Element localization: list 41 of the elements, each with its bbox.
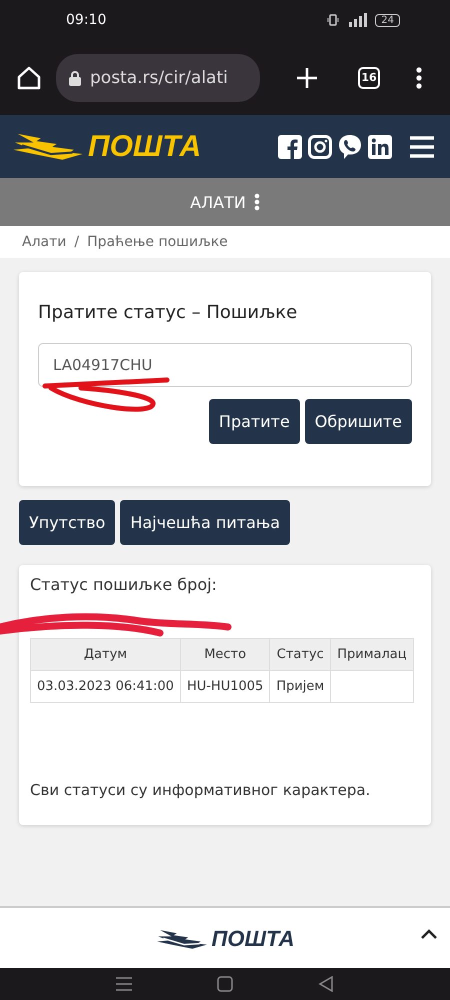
- phone-chat-icon[interactable]: [338, 134, 362, 160]
- back-icon[interactable]: [318, 976, 334, 992]
- linkedin-icon[interactable]: [368, 134, 392, 158]
- breadcrumb-item: Праћење пошиљке: [87, 234, 228, 250]
- address-bar[interactable]: posta.rs/cir/alati: [56, 54, 260, 102]
- tab-count[interactable]: 16: [358, 66, 380, 88]
- logo-wing-icon: [12, 131, 84, 162]
- column-header: Статус: [270, 638, 331, 670]
- disclaimer-text: Сви статуси су информативног карактера.: [30, 781, 372, 799]
- more-icon[interactable]: [416, 66, 422, 88]
- result-heading: Статус пошиљке број:: [30, 575, 218, 594]
- table-cell: HU-HU1005: [180, 670, 270, 702]
- home-button-icon[interactable]: [217, 976, 233, 992]
- column-header: Место: [180, 638, 270, 670]
- table-cell: 03.03.2023 06:41:00: [30, 670, 180, 702]
- url-text: posta.rs/cir/alati: [90, 68, 228, 88]
- vibrate-icon: [327, 14, 340, 26]
- help-button[interactable]: Најчешћа питања: [120, 500, 290, 545]
- table-cell: Пријем: [270, 670, 331, 702]
- clock: 09:10: [66, 12, 106, 28]
- battery-icon: 24: [375, 14, 400, 26]
- plus-icon[interactable]: [296, 66, 318, 88]
- card-title: Пратите статус – Пошиљке: [38, 302, 298, 323]
- action-button[interactable]: Обришите: [304, 399, 412, 444]
- logo-text[interactable]: ПОШТА: [88, 130, 202, 164]
- logo-wing-icon: [156, 928, 208, 950]
- tracking-number-field[interactable]: LA04917CHU: [38, 343, 412, 387]
- instagram-icon[interactable]: [308, 134, 332, 158]
- menu-icon[interactable]: [116, 977, 132, 991]
- chevron-up-icon[interactable]: [420, 928, 438, 940]
- column-header: Прималац: [330, 638, 414, 670]
- facebook-icon[interactable]: [278, 134, 302, 158]
- logo-text[interactable]: ПОШТА: [212, 926, 294, 952]
- section-title[interactable]: АЛАТИ: [190, 192, 246, 212]
- breadcrumb-separator: /: [74, 234, 80, 250]
- breadcrumb-item[interactable]: Алати: [22, 234, 66, 250]
- action-button[interactable]: Пратите: [208, 399, 300, 444]
- column-header: Датум: [30, 638, 180, 670]
- lock-icon: [68, 70, 82, 86]
- help-button[interactable]: Упутство: [19, 500, 116, 545]
- home-icon[interactable]: [16, 64, 42, 90]
